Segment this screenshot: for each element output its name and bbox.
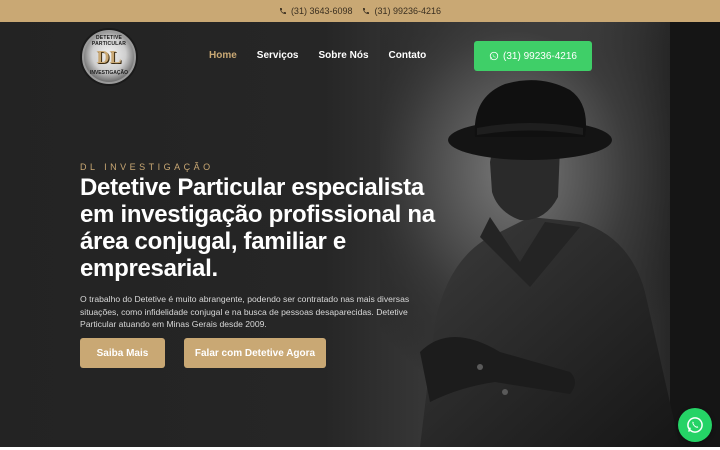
phone-mobile-text: (31) 99236-4216 <box>374 6 442 16</box>
nav-item-contato[interactable]: Contato <box>389 50 427 61</box>
whatsapp-floating-button[interactable] <box>678 408 712 442</box>
nav-item-sobre-nos[interactable]: Sobre Nós <box>319 50 369 61</box>
logo-ring-text-top: DETETIVE PARTICULAR <box>91 35 127 47</box>
hero-headline: Detetive Particular especialista em inve… <box>80 174 435 282</box>
main-nav: Home Serviços Sobre Nós Contato <box>209 50 446 61</box>
phone-mobile[interactable]: (31) 99236-4216 <box>362 6 441 16</box>
whatsapp-header-button-label: (31) 99236-4216 <box>503 50 577 62</box>
falar-com-detetive-button[interactable]: Falar com Detetive Agora <box>184 338 326 368</box>
phone-icon <box>279 8 286 14</box>
logo-monogram: DL <box>96 46 122 67</box>
hero-description: O trabalho do Detetive é muito abrangent… <box>80 294 410 329</box>
whatsapp-header-button[interactable]: (31) 99236-4216 <box>474 41 592 71</box>
logo-ring-text-bottom: INVESTIGAÇÃO <box>89 70 129 76</box>
whatsapp-icon <box>687 417 703 433</box>
hero-eyebrow: DL INVESTIGAÇÃO <box>80 162 214 172</box>
site-logo[interactable]: DETETIVE PARTICULAR DL INVESTIGAÇÃO <box>82 30 136 84</box>
whatsapp-icon <box>489 51 499 61</box>
nav-item-home[interactable]: Home <box>209 50 237 61</box>
phone-landline[interactable]: (31) 3643-6098 <box>279 6 353 16</box>
phone-icon <box>363 8 370 14</box>
nav-item-servicos[interactable]: Serviços <box>257 50 299 61</box>
top-contact-bar: (31) 3643-6098 (31) 99236-4216 <box>0 0 720 22</box>
saiba-mais-button[interactable]: Saiba Mais <box>80 338 165 368</box>
phone-landline-text: (31) 3643-6098 <box>290 6 353 16</box>
